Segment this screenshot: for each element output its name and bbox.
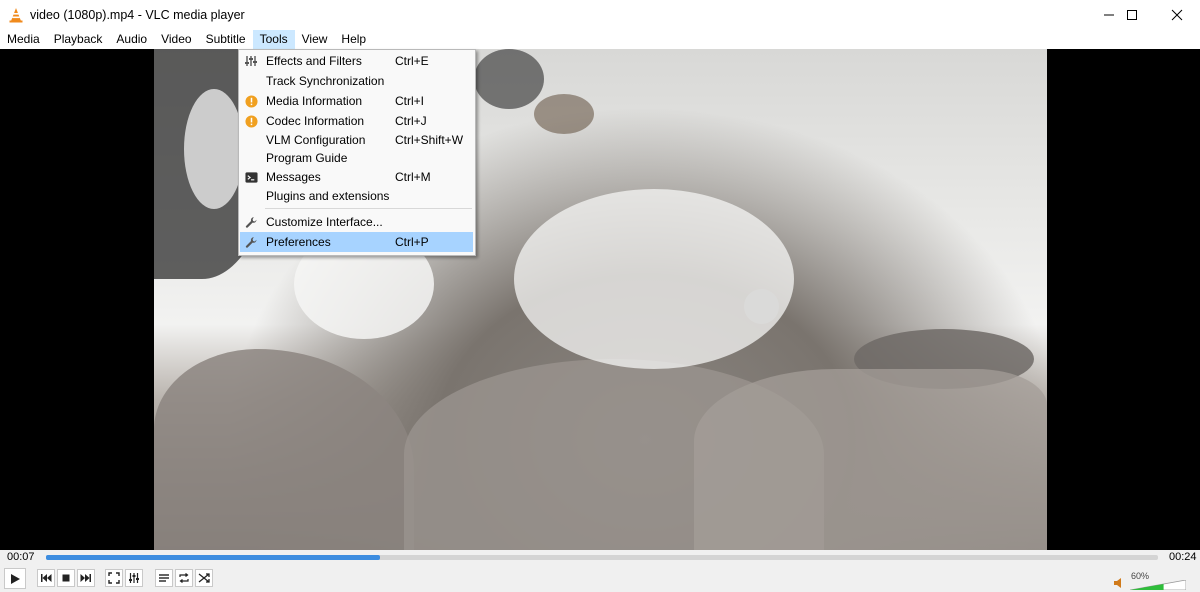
- wrench-icon: [244, 235, 258, 249]
- menu-separator: [265, 208, 472, 209]
- menu-item-track-sync[interactable]: Track Synchronization: [240, 71, 473, 91]
- menu-item-shortcut: Ctrl+Shift+W: [395, 133, 464, 147]
- menu-item-effects-filters[interactable]: Effects and Filters Ctrl+E: [240, 51, 473, 71]
- equalizer-icon: [129, 573, 139, 583]
- playlist-icon: [159, 574, 169, 582]
- equalizer-icon: [244, 54, 258, 68]
- seek-row: 00:07 00:24: [0, 550, 1200, 566]
- menu-item-shortcut: Ctrl+J: [395, 114, 427, 128]
- loop-button[interactable]: [175, 569, 193, 587]
- fullscreen-button[interactable]: [105, 569, 123, 587]
- close-button[interactable]: [1154, 0, 1200, 30]
- menu-tools[interactable]: Tools: [252, 30, 295, 49]
- loop-icon: [179, 573, 189, 583]
- video-area[interactable]: [0, 49, 1200, 550]
- play-icon: [11, 573, 20, 584]
- next-button[interactable]: [77, 569, 95, 587]
- menu-item-label: Customize Interface...: [266, 215, 383, 229]
- total-time: 00:24: [1169, 551, 1197, 563]
- menu-audio[interactable]: Audio: [109, 30, 154, 49]
- title-bar: video (1080p).mp4 - VLC media player: [0, 0, 1200, 30]
- maximize-icon: [1127, 10, 1137, 20]
- menu-item-label: Track Synchronization: [266, 74, 385, 88]
- menu-item-customize-interface[interactable]: Customize Interface...: [240, 212, 473, 232]
- menu-item-label: Preferences: [266, 235, 331, 249]
- elapsed-time: 00:07: [7, 551, 35, 563]
- playlist-button[interactable]: [155, 569, 173, 587]
- info-icon: [244, 94, 258, 108]
- menu-help[interactable]: Help: [334, 30, 373, 49]
- menu-item-program-guide[interactable]: Program Guide: [240, 148, 473, 168]
- menu-playback[interactable]: Playback: [47, 30, 110, 49]
- menu-view[interactable]: View: [295, 30, 335, 49]
- speaker-icon[interactable]: [1113, 577, 1125, 589]
- close-icon: [1171, 9, 1183, 21]
- extended-settings-button[interactable]: [125, 569, 143, 587]
- menu-item-plugins-extensions[interactable]: Plugins and extensions: [240, 186, 473, 206]
- skip-next-icon: [80, 574, 91, 582]
- previous-button[interactable]: [37, 569, 55, 587]
- volume-slider[interactable]: [1130, 580, 1186, 590]
- menu-item-messages[interactable]: Messages Ctrl+M: [240, 167, 473, 187]
- play-button[interactable]: [4, 568, 26, 589]
- vlc-cone-icon: [9, 8, 23, 23]
- menu-item-label: Plugins and extensions: [266, 189, 390, 203]
- menu-item-media-information[interactable]: Media Information Ctrl+I: [240, 91, 473, 111]
- playback-controls: 60%: [0, 566, 1200, 592]
- menu-bar: Media Playback Audio Video Subtitle Tool…: [0, 30, 1200, 49]
- fullscreen-icon: [108, 572, 120, 584]
- menu-item-label: VLM Configuration: [266, 133, 366, 147]
- menu-item-label: Media Information: [266, 94, 363, 108]
- shuffle-icon: [198, 573, 210, 583]
- menu-video[interactable]: Video: [154, 30, 198, 49]
- menu-item-codec-information[interactable]: Codec Information Ctrl+J: [240, 111, 473, 131]
- stop-icon: [62, 574, 70, 582]
- menu-item-preferences[interactable]: Preferences Ctrl+P: [240, 232, 473, 252]
- wrench-icon: [244, 215, 258, 229]
- menu-item-label: Effects and Filters: [266, 54, 362, 68]
- menu-item-shortcut: Ctrl+M: [395, 170, 431, 184]
- menu-item-label: Program Guide: [266, 151, 348, 165]
- menu-item-shortcut: Ctrl+I: [395, 94, 425, 108]
- seek-progress: [46, 555, 380, 560]
- seek-bar[interactable]: [46, 555, 1158, 560]
- maximize-button[interactable]: [1109, 0, 1155, 30]
- menu-item-shortcut: Ctrl+E: [395, 54, 429, 68]
- tools-menu: Effects and Filters Ctrl+E Track Synchro…: [238, 49, 476, 256]
- terminal-icon: [244, 170, 258, 184]
- menu-subtitle[interactable]: Subtitle: [199, 30, 253, 49]
- menu-media[interactable]: Media: [0, 30, 47, 49]
- skip-previous-icon: [41, 574, 52, 582]
- info-icon: [244, 114, 258, 128]
- stop-button[interactable]: [57, 569, 75, 587]
- window-title: video (1080p).mp4 - VLC media player: [30, 8, 245, 22]
- menu-item-label: Messages: [266, 170, 321, 184]
- shuffle-button[interactable]: [195, 569, 213, 587]
- menu-item-label: Codec Information: [266, 114, 365, 128]
- menu-item-vlm-configuration[interactable]: VLM Configuration Ctrl+Shift+W: [240, 130, 473, 150]
- menu-item-shortcut: Ctrl+P: [395, 235, 429, 249]
